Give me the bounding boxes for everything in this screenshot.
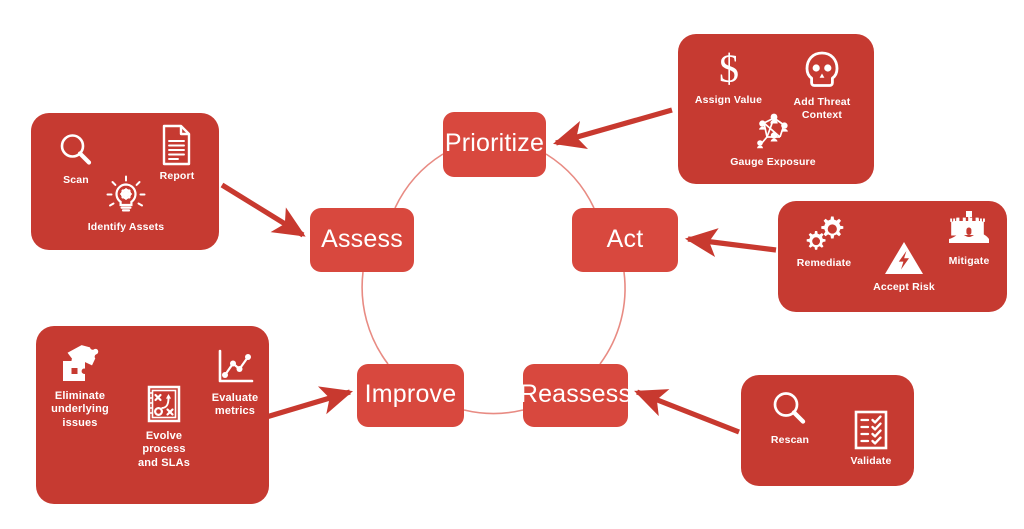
cycle-node-prioritize[interactable]: Prioritize	[443, 112, 546, 177]
arrow-improve	[262, 386, 353, 421]
svg-text:$: $	[719, 46, 739, 90]
panel-item-label: Remediate	[796, 257, 852, 269]
line-chart-icon	[214, 348, 256, 388]
panel-item-label: Rescan	[770, 434, 810, 446]
panel-item-evaluate-metrics[interactable]: Evaluate metrics	[204, 348, 266, 419]
panel-item-identify-assets[interactable]: Identify Assets	[78, 175, 174, 234]
castle-icon	[948, 209, 990, 251]
warning-lightning-icon	[882, 239, 926, 277]
panel-item-label: Assign Value	[694, 94, 763, 106]
lightbulb-gear-icon	[105, 175, 147, 217]
detail-panel-prioritize: $ Assign Value Add Threat Context Gauge …	[678, 34, 874, 184]
panel-item-label: Gauge Exposure	[730, 156, 816, 168]
cycle-node-label: Assess	[321, 224, 403, 253]
panel-item-assign-value[interactable]: $ Assign Value	[681, 46, 776, 107]
arrow-prioritize	[552, 107, 673, 150]
panel-item-rescan[interactable]: Rescan	[750, 388, 830, 447]
panel-item-label: Eliminate underlying issues	[51, 390, 109, 429]
panel-item-eliminate-underlying-issues[interactable]: Eliminate underlying issues	[40, 344, 120, 430]
cycle-node-reassess[interactable]: Reassess	[519, 364, 632, 427]
strategy-board-icon	[144, 384, 184, 426]
cycle-node-label: Improve	[364, 380, 457, 408]
skull-icon	[802, 50, 842, 92]
arc-improve-assess	[361, 271, 389, 365]
cycle-node-label: Reassess	[519, 380, 632, 408]
gears-icon	[801, 213, 847, 253]
network-users-icon	[750, 110, 796, 152]
magnifier-icon	[56, 130, 96, 170]
magnifier-icon	[769, 388, 811, 430]
panel-item-label: Validate	[850, 455, 892, 467]
panel-item-mitigate[interactable]: Mitigate	[930, 209, 1008, 268]
diagram-canvas: Prioritize Act Reassess Improve Assess S…	[0, 0, 1024, 529]
panel-item-gauge-exposure[interactable]: Gauge Exposure	[710, 110, 836, 169]
arrow-reassess	[634, 389, 740, 435]
cycle-node-improve[interactable]: Improve	[357, 364, 464, 427]
cycle-node-assess[interactable]: Assess	[310, 208, 414, 272]
detail-panel-assess: Scan Report Identify Assets	[31, 113, 219, 250]
cycle-node-label: Act	[606, 224, 644, 253]
document-icon	[160, 124, 194, 166]
panel-item-validate[interactable]: Validate	[833, 409, 909, 468]
arc-reassess-improve	[463, 409, 524, 415]
puzzle-pieces-icon	[58, 344, 102, 386]
panel-item-label: Accept Risk	[873, 281, 935, 293]
arrow-assess	[220, 182, 306, 238]
cycle-node-label: Prioritize	[444, 129, 545, 157]
arc-prioritize-act	[545, 153, 595, 209]
panel-item-report[interactable]: Report	[141, 124, 213, 183]
detail-panel-reassess: Rescan Validate	[741, 375, 914, 486]
panel-item-label: Evolve process and SLAs	[138, 430, 190, 469]
panel-item-label: Identify Assets	[87, 221, 165, 233]
cycle-node-act[interactable]: Act	[572, 208, 678, 272]
panel-item-remediate[interactable]: Remediate	[785, 213, 863, 270]
detail-panel-act: Remediate Accept Risk Mitigate	[778, 201, 1007, 312]
arc-act-reassess	[599, 271, 626, 365]
detail-panel-improve: Eliminate underlying issues Evolve proce…	[36, 326, 269, 504]
arrow-act	[684, 228, 777, 258]
dollar-sign-icon: $	[712, 46, 746, 90]
panel-item-label: Evaluate metrics	[211, 392, 259, 418]
checklist-icon	[853, 409, 889, 451]
panel-item-evolve-process-and-slas[interactable]: Evolve process and SLAs	[121, 384, 207, 470]
arc-assess-prioritize	[394, 153, 444, 209]
panel-item-label: Mitigate	[948, 255, 990, 267]
